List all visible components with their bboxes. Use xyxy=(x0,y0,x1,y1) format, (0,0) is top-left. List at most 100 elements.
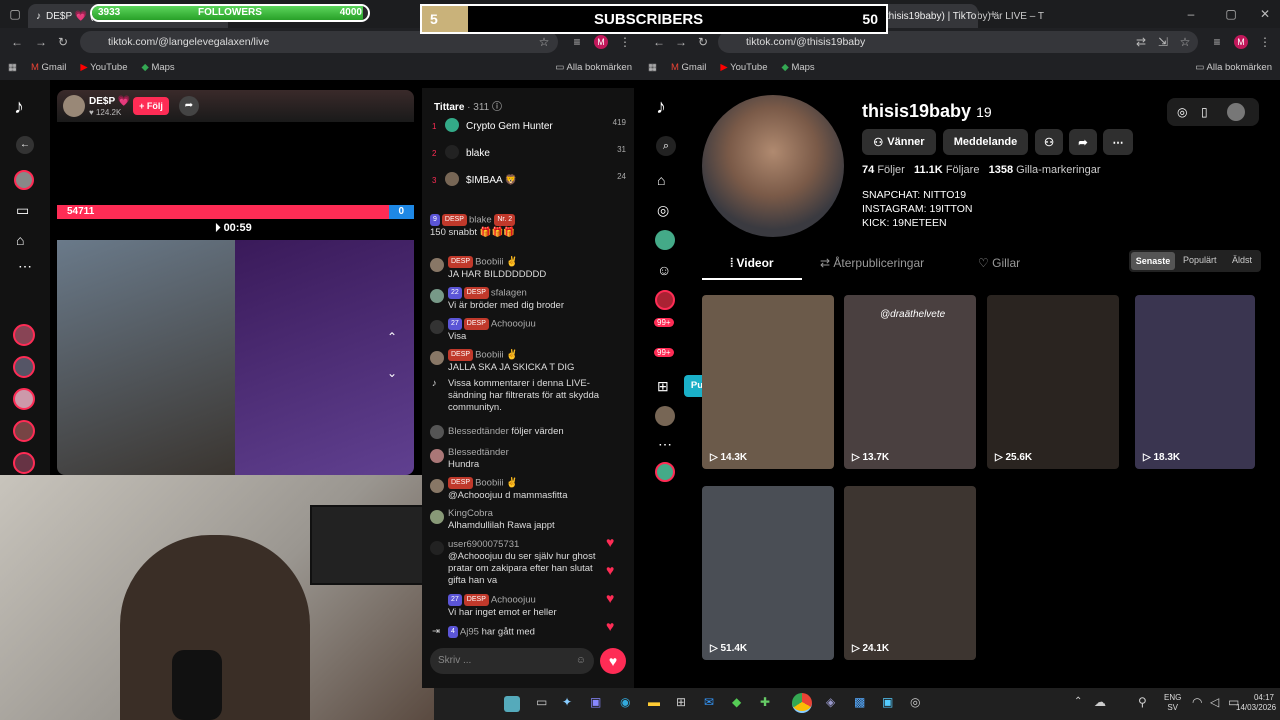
search-icon[interactable]: ⌕ xyxy=(656,136,676,156)
close-icon[interactable]: ✕ xyxy=(1258,7,1272,21)
more-icon[interactable]: ⋯ xyxy=(18,258,32,275)
follow-button[interactable]: + Följ xyxy=(133,97,169,115)
volume-icon[interactable]: ◁ xyxy=(1210,695,1219,709)
bookmark-maps[interactable]: ◆ Maps xyxy=(781,62,814,73)
tab-videos[interactable]: ⦙ Videor xyxy=(702,250,802,280)
bookmark-star-icon[interactable]: ☆ xyxy=(1178,35,1192,49)
chat-input[interactable]: Skriv ... ☺ xyxy=(430,648,594,674)
store-icon[interactable]: ⊞ xyxy=(676,695,686,709)
share-button[interactable]: ➦ xyxy=(1069,129,1097,155)
apps-icon[interactable]: ▦ xyxy=(8,62,17,73)
video-thumbnail[interactable]: ▷ 51.4K xyxy=(702,486,834,660)
install-icon[interactable]: ⇲ xyxy=(1156,35,1170,49)
more-options-button[interactable]: ⋯ xyxy=(1103,129,1133,155)
forward-icon[interactable]: → xyxy=(34,35,48,49)
chevron-up-icon[interactable]: ⌃ xyxy=(1074,696,1082,707)
start-icon[interactable] xyxy=(504,696,520,712)
emoji-icon[interactable]: ☺ xyxy=(576,648,586,674)
live-avatar-5[interactable] xyxy=(13,452,35,474)
back-icon[interactable]: ← xyxy=(652,35,666,49)
video-thumbnail[interactable]: ▷ 25.6K xyxy=(987,295,1119,469)
live-avatar[interactable] xyxy=(655,462,675,482)
reload-icon[interactable]: ↻ xyxy=(56,35,70,49)
back-icon[interactable]: ← xyxy=(10,35,24,49)
home-icon[interactable]: ⌂ xyxy=(657,172,665,188)
top-viewer-2[interactable]: 2 blake 31 xyxy=(432,145,626,161)
app-icon[interactable]: ◆ xyxy=(732,695,741,709)
message-button[interactable]: Meddelande xyxy=(943,129,1028,155)
forward-icon[interactable]: → xyxy=(674,35,688,49)
friends-button[interactable]: ⚇ Vänner xyxy=(862,129,936,155)
mini-avatar[interactable] xyxy=(1227,103,1245,121)
all-bookmarks[interactable]: ▭ Alla bokmärken xyxy=(555,62,632,73)
bookmark-star-icon[interactable]: ☆ xyxy=(537,35,551,49)
translate-icon[interactable]: ⇄ xyxy=(1134,35,1148,49)
maximize-icon[interactable]: ▢ xyxy=(1224,7,1238,21)
video-thumbnail[interactable]: ▷ 18.3K xyxy=(1135,295,1255,469)
wifi-icon[interactable]: ◠ xyxy=(1192,695,1202,709)
bookmark-youtube[interactable]: ▶ YouTube xyxy=(80,62,127,73)
tiktok-logo[interactable]: ♪ xyxy=(14,96,24,119)
menu-icon[interactable]: ⋮ xyxy=(1258,35,1272,49)
more-icon[interactable]: ⋯ xyxy=(658,436,672,453)
gamepass-icon[interactable]: ✚ xyxy=(760,695,770,709)
top-viewer-3[interactable]: 3 $IMBAA 🦁 24 xyxy=(432,172,626,188)
bookmark-gmail[interactable]: M Gmail xyxy=(31,62,66,73)
chevron-up-icon[interactable]: ⌃ xyxy=(387,330,397,344)
friends-icon[interactable]: ☺ xyxy=(657,262,671,278)
video-thumbnail[interactable]: @draäthelvete ▷ 13.7K xyxy=(844,295,976,469)
back-icon[interactable]: ← xyxy=(16,136,34,154)
address-bar[interactable]: tiktok.com/@langelevegalaxen/live xyxy=(80,31,558,53)
gift-button[interactable]: ♥ xyxy=(600,648,626,674)
explorer-icon[interactable]: ▬ xyxy=(648,695,660,709)
media-icon[interactable]: ≡ xyxy=(1210,35,1224,49)
live-avatar-4[interactable] xyxy=(13,420,35,442)
bookmark-maps[interactable]: ◆ Maps xyxy=(141,62,174,73)
tab-reposts[interactable]: ⇄ Återpubliceringar xyxy=(820,256,924,270)
add-friend-button[interactable]: ⚇ xyxy=(1035,129,1063,155)
edge-icon[interactable]: ◉ xyxy=(620,695,630,709)
tabs-menu-icon[interactable]: ▢ xyxy=(8,7,22,21)
copilot-icon[interactable]: ✦ xyxy=(562,695,572,709)
live-avatar-1[interactable] xyxy=(13,324,35,346)
phone-icon[interactable]: ▯ xyxy=(1201,105,1208,119)
teams-icon[interactable]: ▣ xyxy=(590,695,601,709)
compass-icon[interactable]: ◎ xyxy=(1177,105,1187,119)
apps-icon[interactable]: ▦ xyxy=(648,62,657,73)
bookmark-youtube[interactable]: ▶ YouTube xyxy=(720,62,767,73)
share-icon[interactable]: ➦ xyxy=(179,96,199,116)
app3-icon[interactable]: ▣ xyxy=(882,695,893,709)
tab-likes[interactable]: ♡ Gillar xyxy=(978,256,1020,270)
taskview-icon[interactable]: ▭ xyxy=(536,695,547,709)
mail-icon[interactable]: ✉ xyxy=(704,695,714,709)
live-icon[interactable] xyxy=(655,290,675,310)
live-avatar-3[interactable] xyxy=(13,388,35,410)
activity-badge[interactable]: 99+ xyxy=(654,318,674,327)
following-avatar[interactable] xyxy=(655,230,675,250)
live-stream-video[interactable]: DE$P 💗 ♥ 124.2K + Följ ➦ 54711 0 ⏵ 00:59… xyxy=(57,90,414,475)
cloud-icon[interactable]: ☁ xyxy=(1094,695,1106,709)
explore-icon[interactable]: ◎ xyxy=(657,202,669,219)
inbox-badge[interactable]: 99+ xyxy=(654,348,674,357)
sort-popular[interactable]: Populärt xyxy=(1183,255,1217,265)
menu-icon[interactable]: ⋮ xyxy=(618,35,632,49)
app2-icon[interactable]: ◈ xyxy=(826,695,835,709)
camera-icon[interactable]: ▭ xyxy=(16,202,29,219)
profile-avatar[interactable]: M xyxy=(594,35,608,49)
minimize-icon[interactable]: – xyxy=(1184,7,1198,21)
clock[interactable]: 04:17 14/03/2026 xyxy=(1236,693,1276,713)
bookmark-gmail[interactable]: M Gmail xyxy=(671,62,706,73)
new-tab-icon[interactable]: + xyxy=(986,7,1000,21)
chevron-down-icon[interactable]: ⌄ xyxy=(387,366,397,380)
live-icon[interactable]: ⌂ xyxy=(16,232,24,248)
sort-oldest[interactable]: Äldst xyxy=(1232,255,1252,265)
user-avatar[interactable] xyxy=(14,170,34,190)
reload-icon[interactable]: ↻ xyxy=(696,35,710,49)
host-avatar[interactable] xyxy=(63,95,85,117)
address-bar[interactable]: tiktok.com/@thisis19baby xyxy=(718,31,1198,53)
photos-icon[interactable]: ▩ xyxy=(854,695,865,709)
sort-latest[interactable]: Senaste xyxy=(1131,252,1175,270)
profile-avatar[interactable] xyxy=(655,406,675,426)
top-viewer-1[interactable]: 1 Crypto Gem Hunter 419 xyxy=(432,118,626,134)
mic-icon[interactable]: ⚲ xyxy=(1138,695,1147,709)
